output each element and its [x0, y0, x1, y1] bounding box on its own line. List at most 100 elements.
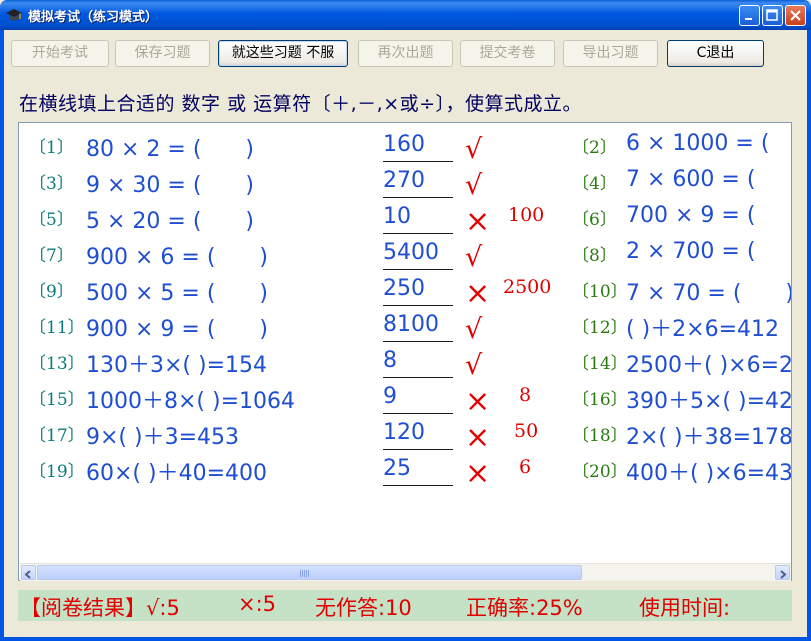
question-number: 〔1〕: [29, 138, 74, 158]
question-number: 〔11〕: [29, 318, 85, 338]
question-number: 〔20〕: [572, 462, 628, 482]
answer-field[interactable]: 25: [383, 454, 453, 486]
question-text: 400＋( )×6=436: [626, 461, 792, 486]
scroll-left-button[interactable]: [21, 565, 36, 580]
window-frame-left: [0, 30, 4, 641]
correct-answer: 100: [508, 204, 545, 226]
question-text: 6 × 1000 = (: [626, 131, 770, 156]
question-number: 〔18〕: [572, 426, 628, 446]
question-number: 〔13〕: [29, 354, 85, 374]
questions-panel[interactable]: 〔1〕 80 × 2 = ( ) 160 √ 〔3〕 9 × 30 = ( ) 270 √ 〔5…: [18, 122, 792, 581]
minimize-icon: [745, 18, 752, 20]
wrong-mark-icon: ×: [465, 384, 491, 419]
answer-field[interactable]: 120: [383, 418, 453, 450]
scroll-right-button[interactable]: [775, 565, 790, 580]
result-wrong-count: ×:5: [238, 592, 277, 616]
result-time-used: 使用时间:: [639, 596, 731, 620]
submit-exam-button[interactable]: 提交考卷: [460, 40, 555, 67]
not-satisfied-button[interactable]: 就这些习题 不服: [218, 40, 348, 67]
chevron-right-icon: [780, 570, 787, 579]
window-frame-right: [807, 30, 811, 641]
question-text: ( )＋2×6=412: [626, 317, 780, 342]
correct-answer: 6: [519, 456, 532, 478]
question-number: 〔9〕: [29, 282, 74, 302]
question-text: 9×( )＋3=453: [86, 425, 240, 450]
instruction-text: 在横线填上合适的 数字 或 运算符〔＋,－,×或÷〕，使算式成立。: [19, 93, 583, 115]
question-number: 〔14〕: [572, 354, 628, 374]
answer-field[interactable]: 270: [383, 166, 453, 198]
result-accuracy: 正确率:25%: [466, 596, 583, 620]
result-status-bar: 【阅卷结果】√:5 ×:5 无作答:10 正确率:25% 使用时间:: [18, 590, 792, 621]
question-number: 〔19〕: [29, 462, 85, 482]
correct-mark-icon: √: [465, 350, 483, 381]
answer-field[interactable]: 5400: [383, 238, 453, 270]
start-exam-button[interactable]: 开始考试: [11, 40, 109, 67]
question-text: 900 × 6 = ( ): [86, 245, 268, 270]
answer-field[interactable]: 250: [383, 274, 453, 306]
scroll-grip-icon: [300, 570, 310, 577]
regenerate-button[interactable]: 再次出题: [358, 40, 453, 67]
question-number: 〔2〕: [572, 138, 617, 158]
answer-field[interactable]: 8100: [383, 310, 453, 342]
scroll-thumb[interactable]: [37, 565, 582, 580]
question-text: 900 × 9 = ( ): [86, 317, 268, 342]
minimize-button[interactable]: [739, 5, 760, 26]
question-number: 〔3〕: [29, 174, 74, 194]
answer-field[interactable]: 8: [383, 346, 453, 378]
correct-answer: 8: [519, 384, 532, 406]
result-unanswered-count: 无作答:10: [315, 596, 412, 620]
question-text: 60×( )＋40=400: [86, 461, 268, 486]
question-number: 〔12〕: [572, 318, 628, 338]
export-questions-button[interactable]: 导出习题: [563, 40, 658, 67]
question-text: 500 × 5 = ( ): [86, 281, 268, 306]
chevron-left-icon: [24, 570, 31, 579]
title-bar[interactable]: 模拟考试（练习模式）: [0, 0, 811, 30]
question-number: 〔16〕: [572, 390, 628, 410]
window-title: 模拟考试（练习模式）: [28, 10, 159, 25]
question-text: 2 × 700 = (: [626, 239, 756, 264]
question-text: 2×( )＋38=178: [626, 425, 792, 450]
close-button[interactable]: [785, 5, 806, 26]
question-text: 130＋3×( )=154: [86, 353, 268, 378]
question-text: 390＋5×( )=425: [626, 389, 792, 414]
question-number: 〔8〕: [572, 246, 617, 266]
correct-answer: 2500: [503, 276, 552, 298]
question-number: 〔15〕: [29, 390, 85, 410]
question-text: 9 × 30 = ( ): [86, 173, 254, 198]
wrong-mark-icon: ×: [465, 204, 491, 239]
wrong-mark-icon: ×: [465, 456, 491, 491]
correct-mark-icon: √: [465, 134, 483, 165]
question-text: 7 × 70 = ( ): [626, 281, 792, 306]
correct-mark-icon: √: [465, 314, 483, 345]
correct-mark-icon: √: [465, 170, 483, 201]
save-questions-button[interactable]: 保存习题: [115, 40, 210, 67]
question-text: 5 × 20 = ( ): [86, 209, 254, 234]
question-text: 1000＋8×( )=1064: [86, 389, 296, 414]
question-number: 〔10〕: [572, 282, 628, 302]
question-text: 80 × 2 = ( ): [86, 137, 254, 162]
question-number: 〔7〕: [29, 246, 74, 266]
question-number: 〔4〕: [572, 174, 617, 194]
close-icon: [790, 10, 801, 21]
exit-button[interactable]: C退出: [667, 40, 764, 67]
answer-field[interactable]: 160: [383, 130, 453, 162]
answer-field[interactable]: 9: [383, 382, 453, 414]
question-text: 2500＋( )×6=25: [626, 353, 792, 378]
horizontal-scrollbar[interactable]: [20, 563, 791, 581]
question-number: 〔6〕: [572, 210, 617, 230]
question-number: 〔17〕: [29, 426, 85, 446]
maximize-button[interactable]: [762, 5, 783, 26]
wrong-mark-icon: ×: [465, 276, 491, 311]
correct-answer: 50: [514, 420, 539, 442]
question-number: 〔5〕: [29, 210, 74, 230]
graduation-cap-icon: [6, 9, 22, 21]
wrong-mark-icon: ×: [465, 420, 491, 455]
answer-field[interactable]: 10: [383, 202, 453, 234]
maximize-icon: [766, 9, 778, 21]
correct-mark-icon: √: [465, 242, 483, 273]
window-frame-bottom: [0, 637, 811, 641]
exam-window: 模拟考试（练习模式） 开始考试 保存习题 就这些习题 不服 再次出题 提交考卷 …: [0, 0, 811, 641]
result-correct-count: 【阅卷结果】√:5: [20, 596, 180, 620]
question-text: 700 × 9 = (: [626, 203, 756, 228]
question-text: 7 × 600 = (: [626, 167, 756, 192]
